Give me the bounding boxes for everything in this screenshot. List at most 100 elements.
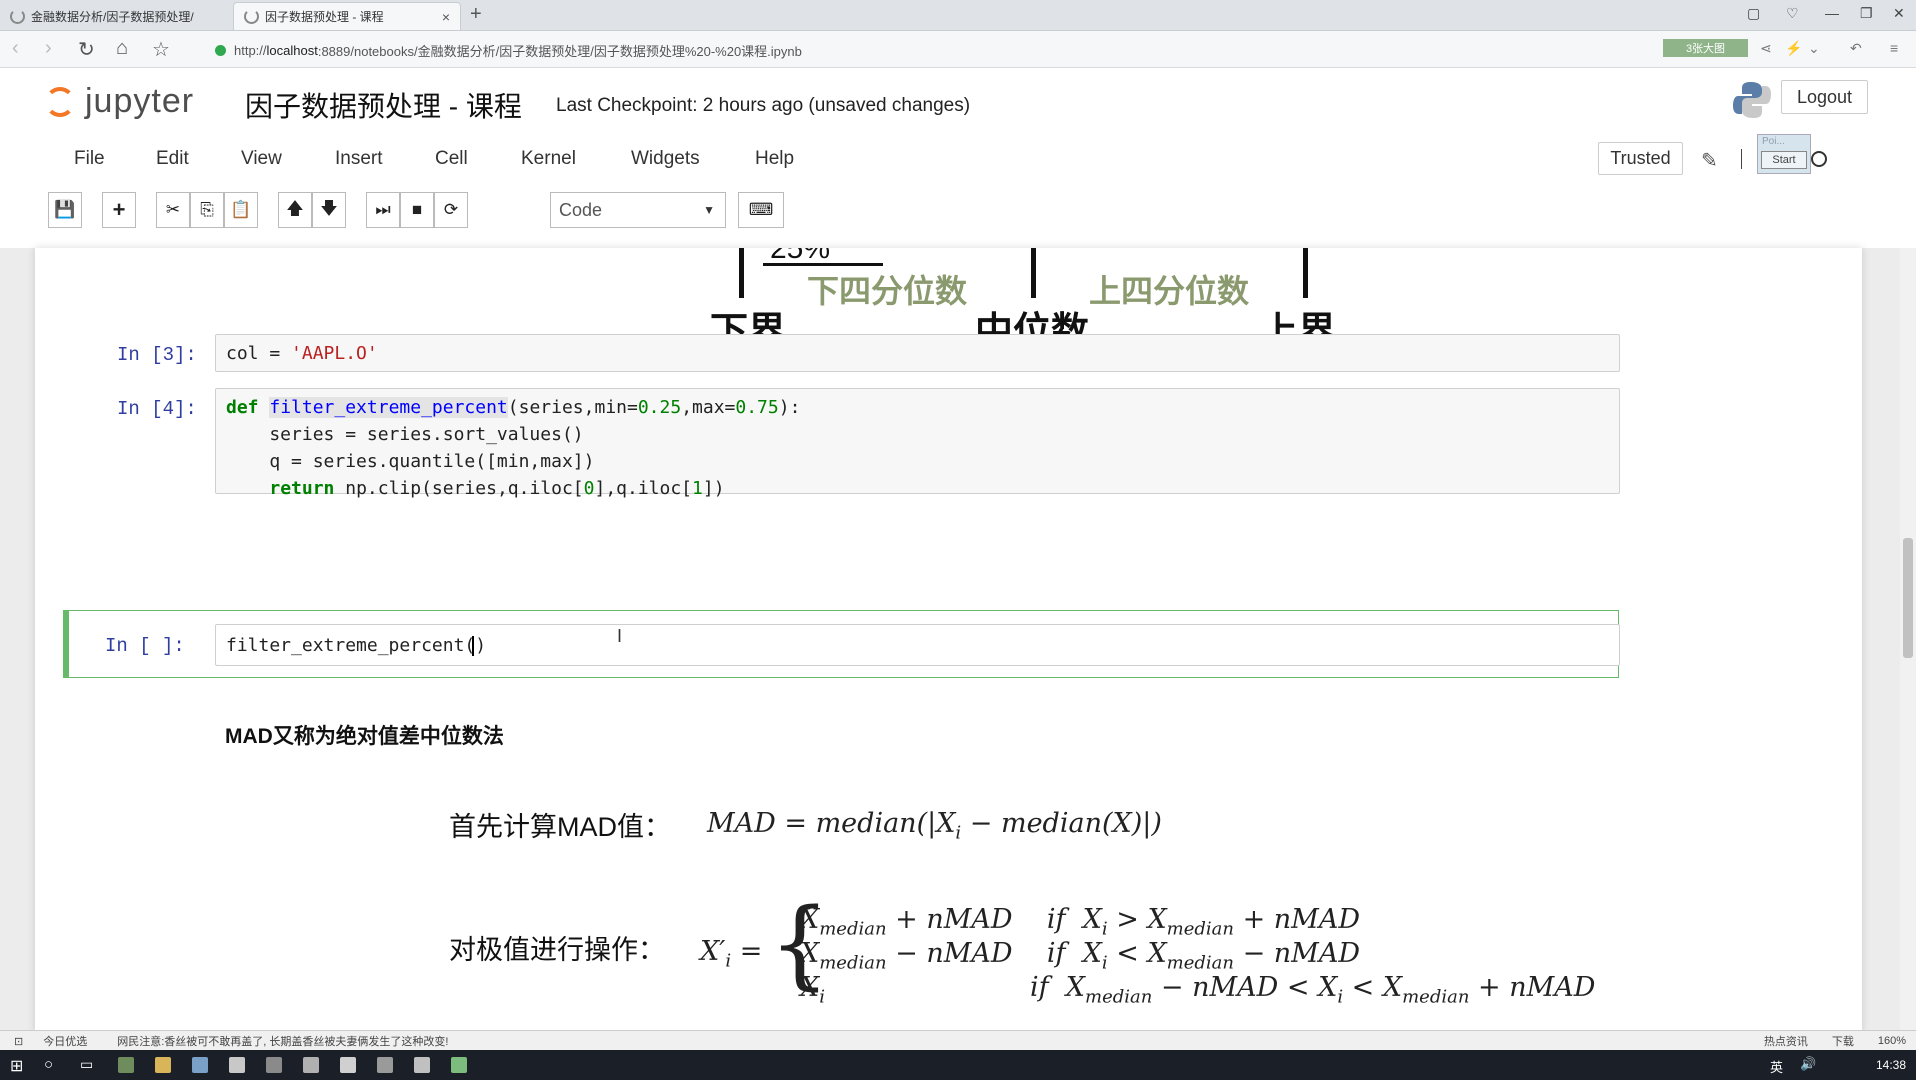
lower-bound-line (739, 248, 744, 298)
notebook-name[interactable]: 因子数据预处理 - 课程 (245, 85, 522, 125)
status-zoom[interactable]: 160% (1878, 1035, 1906, 1047)
extension-badge[interactable]: 3张大图 (1663, 39, 1748, 57)
plus-icon: + (112, 197, 126, 222)
extreme-op-label: 对极值进行操作： (449, 935, 665, 965)
taskbar-app-icon[interactable] (451, 1057, 467, 1073)
browser-tab-bar: 金融数据分析/因子数据预处理/ 因子数据预处理 - 课程 × + ▢ ♡ — ❐… (0, 0, 1916, 31)
code-text: def filter_extreme_percent(series,min=0.… (226, 397, 801, 499)
bookmark-star-icon[interactable]: ☆ (152, 37, 170, 62)
code-input[interactable]: def filter_extreme_percent(series,min=0.… (215, 388, 1620, 499)
median-line (1031, 248, 1036, 298)
code-input[interactable]: col = 'AAPL.O' (215, 334, 1620, 372)
status-left-label[interactable]: 今日优选 (43, 1033, 87, 1049)
chevron-down-icon[interactable]: ⌄ (1808, 40, 1820, 57)
move-up-button[interactable]: 🡅 (278, 192, 312, 228)
arrow-up-icon: 🡅 (286, 198, 304, 218)
taskbar-app-icon[interactable] (266, 1057, 282, 1073)
volume-icon[interactable]: 🔊 (1800, 1056, 1816, 1072)
start-popup: Poi... Start (1757, 134, 1811, 174)
copy-button[interactable]: ⎘ (190, 192, 224, 228)
save-icon: 💾 (54, 200, 76, 219)
interrupt-button[interactable]: ■ (400, 192, 434, 228)
taskbar-app-icon[interactable] (340, 1057, 356, 1073)
taskbar-app-icon[interactable] (414, 1057, 430, 1073)
code-input[interactable]: filter_extreme_percent() (215, 624, 1620, 666)
new-tab-icon[interactable]: + (470, 3, 482, 26)
menu-widgets[interactable]: Widgets (631, 148, 755, 170)
forward-icon[interactable]: › (45, 37, 52, 60)
kernel-status-icon (1810, 151, 1827, 167)
loading-icon (244, 9, 259, 24)
notebook-container: 25% 下四分位数 上四分位数 下界 中位数 上界 In [3]: col = … (35, 248, 1862, 1032)
scissors-icon: ✂ (165, 200, 181, 219)
restart-button[interactable]: ⟳ (434, 192, 468, 228)
restore-icon[interactable]: ❐ (1860, 5, 1873, 22)
close-tab-icon[interactable]: × (442, 9, 450, 25)
menu-file[interactable]: File (74, 148, 156, 170)
ime-indicator[interactable]: 英 (1770, 1057, 1783, 1076)
menu-icon[interactable]: ≡ (1890, 40, 1898, 56)
lightning-icon[interactable]: ⚡ (1785, 40, 1802, 57)
folder-icon[interactable] (155, 1057, 171, 1073)
status-news[interactable]: 网民注意:香丝被可不敢再盖了, 长期盖香丝被夫妻俩发生了这种改变! (117, 1033, 448, 1049)
upper-bound-line (1303, 248, 1308, 298)
move-down-button[interactable]: 🡇 (312, 192, 346, 228)
taskbar-app-icon[interactable] (192, 1057, 208, 1073)
menu-cell[interactable]: Cell (435, 148, 521, 170)
code-text: col = 'AAPL.O' (226, 343, 378, 364)
secure-icon (215, 45, 226, 56)
page-scrollbar[interactable] (1900, 248, 1916, 1032)
save-button[interactable]: 💾 (48, 192, 82, 228)
stop-icon: ■ (411, 200, 423, 219)
cut-button[interactable]: ✂ (156, 192, 190, 228)
browser-tab-notebook[interactable]: 因子数据预处理 - 课程 × (233, 2, 461, 30)
undo-icon[interactable]: ↶ (1850, 40, 1862, 57)
menu-edit[interactable]: Edit (156, 148, 241, 170)
jupyter-logo[interactable]: jupyter (45, 82, 194, 121)
taskbar-app-icon[interactable] (229, 1057, 245, 1073)
menu-kernel[interactable]: Kernel (521, 148, 631, 170)
browser-tab-finance[interactable]: 金融数据分析/因子数据预处理/ (0, 2, 230, 30)
text-cursor (472, 636, 475, 656)
command-palette-button[interactable]: ⌨ (738, 192, 784, 228)
window-close-icon[interactable]: ✕ (1893, 5, 1905, 22)
clock[interactable]: 14:38 (1876, 1058, 1906, 1072)
home-icon[interactable]: ⌂ (116, 37, 128, 60)
taskbar-app-icon[interactable] (303, 1057, 319, 1073)
menu-help[interactable]: Help (755, 148, 794, 170)
loading-icon (10, 8, 25, 24)
reload-icon[interactable]: ↻ (78, 37, 95, 62)
run-button[interactable]: ⏭ (366, 192, 400, 228)
logout-button[interactable]: Logout (1781, 80, 1868, 114)
status-download[interactable]: 下载 (1832, 1033, 1854, 1049)
back-icon[interactable]: ‹ (12, 37, 19, 60)
menu-insert[interactable]: Insert (335, 148, 435, 170)
python-logo-icon (1733, 82, 1771, 118)
clip-formula-case-3-cond: if Xmedian − nMAD < Xi < Xmedian + nMAD (1030, 972, 1596, 1008)
step-forward-icon: ⏭ (375, 200, 391, 219)
scrollbar-thumb[interactable] (1903, 538, 1913, 658)
selected-cell-indicator (63, 610, 69, 678)
share-icon[interactable]: ⋖ (1760, 40, 1772, 57)
windows-start-icon[interactable]: ⊞ (10, 1056, 23, 1076)
ibeam-cursor-icon: I (617, 626, 623, 646)
trusted-badge[interactable]: Trusted (1598, 142, 1683, 175)
cell-type-select[interactable]: Code ▼ (550, 192, 726, 228)
search-icon[interactable]: ○ (44, 1056, 53, 1073)
jupyter-header: jupyter 因子数据预处理 - 课程 Last Checkpoint: 2 … (0, 68, 1916, 248)
start-button[interactable]: Start (1761, 151, 1807, 169)
insert-cell-button[interactable]: + (102, 192, 136, 228)
url-field[interactable]: http://localhost:8889/notebooks/金融数据分析/因… (215, 41, 802, 60)
tab-count-icon[interactable]: ▢ (1747, 5, 1760, 22)
taskbar-app-icon[interactable] (118, 1057, 134, 1073)
tab-title: 因子数据预处理 - 课程 (265, 10, 384, 24)
paste-button[interactable]: 📋 (224, 192, 258, 228)
menu-view[interactable]: View (241, 148, 335, 170)
status-hot[interactable]: 热点资讯 (1764, 1033, 1808, 1049)
taskbar-app-icon[interactable] (377, 1057, 393, 1073)
pencil-icon[interactable]: ✎ (1701, 148, 1718, 173)
minimize-icon[interactable]: — (1825, 5, 1839, 21)
cell-prompt: In [4]: (117, 398, 197, 420)
shirt-icon[interactable]: ♡ (1786, 5, 1799, 22)
task-view-icon[interactable]: ▭ (80, 1056, 93, 1073)
